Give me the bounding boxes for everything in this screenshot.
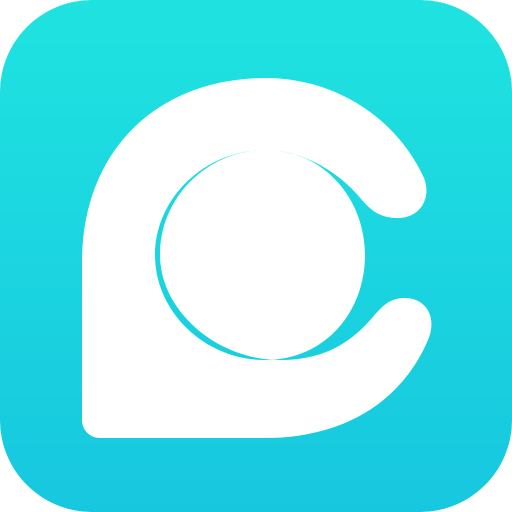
icon-canvas <box>0 0 512 512</box>
app-icon[interactable] <box>0 0 512 512</box>
